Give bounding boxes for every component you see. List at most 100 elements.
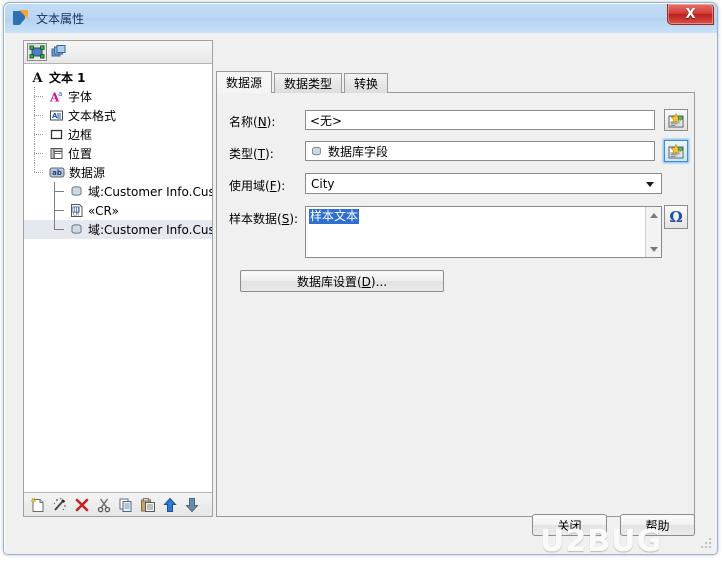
tree-connector [34,87,48,106]
tab-datasource[interactable]: 数据源 [216,71,273,93]
tab-datatype[interactable]: 数据类型 [274,73,343,93]
dialog-body: A 文本 1 A a 字体 A 文本格式 边框 位置 ab 数据源 域:Cust… [4,33,717,554]
tree-connector [34,163,48,182]
tab-strip: 数据源 数据类型 转换 [216,71,390,93]
cut-button[interactable] [95,496,113,514]
wizard-button[interactable] [51,496,69,514]
dialog-window: 文本属性 X A 文本 1 A a 字体 A 文本格式 边框 位置 ab 数据源… [3,2,718,555]
letter-a-icon: A [30,70,45,85]
tree-item-field-2[interactable]: 域:Customer Info.Cus [24,220,212,239]
move-down-button[interactable] [183,496,201,514]
sample-label-wrap: 样本数据(S): [229,210,298,227]
tab-label: 转换 [354,77,379,91]
tab-panel-datasource: 名称(N): <无> 类型(T): 数据库字段 使用域(F): City 样本数… [216,92,695,517]
scroll-up-button[interactable] [646,207,661,223]
tree-item-label: 数据源 [69,166,106,180]
new-document-icon [30,496,44,512]
tree-item-label: 边框 [68,128,93,142]
close-icon: X [685,6,696,22]
tree-toolbar [24,41,212,64]
triangle-down-icon [650,246,658,252]
move-up-button[interactable] [161,496,179,514]
tree-item-border[interactable]: 边框 [24,125,212,144]
tree-item-cr[interactable]: CR «CR» [24,201,212,220]
layers-stack-icon [51,45,66,57]
database-settings-button[interactable]: 数据库设置(D)... [240,270,444,292]
close-button[interactable]: 关闭 [532,514,607,536]
field-select[interactable]: City [305,173,662,194]
tree-item-field-1[interactable]: 域:Customer Info.Cus [24,182,212,201]
delete-button[interactable] [73,496,91,514]
app-icon [13,10,29,26]
tree-connector [34,125,48,144]
tree-item-label: «CR» [88,203,119,218]
name-label: 名称(N): [229,115,276,129]
sample-data-textarea[interactable]: 样本文本 [305,206,662,258]
help-button[interactable]: 帮助 [620,514,695,536]
tree-connector [54,182,68,201]
tree-item-text-format[interactable]: A 文本格式 [24,106,212,125]
paste-icon [141,497,155,512]
sample-label: 样本数据(S): [229,212,299,226]
tree-item-label: 文本格式 [68,109,117,123]
window-title: 文本属性 [36,11,85,26]
omega-icon: Ω [669,208,683,226]
type-picker-button[interactable] [664,140,688,162]
tree-item-font[interactable]: A a 字体 [24,87,212,106]
tree-panel: A 文本 1 A a 字体 A 文本格式 边框 位置 ab 数据源 域:Cust… [23,40,213,517]
tab-label: 数据类型 [284,77,333,91]
tab-label: 数据源 [226,76,263,90]
type-label-wrap: 类型(T): [229,145,274,162]
database-icon [310,145,323,158]
resize-grip[interactable] [700,538,713,551]
svg-text:A: A [31,71,43,85]
tree-item-position[interactable]: 位置 [24,144,212,163]
tab-conversion[interactable]: 转换 [344,73,389,93]
selection-box-icon [29,45,45,59]
copy-button[interactable] [117,496,135,514]
position-ruler-icon [49,146,64,161]
name-label-wrap: 名称(N): [229,113,275,130]
field-label-wrap: 使用域(F): [229,177,285,194]
new-button[interactable] [29,496,47,514]
arrow-up-icon [163,497,177,512]
tree-connector [54,220,68,239]
copy-icon [119,498,132,512]
tree-connector [54,201,68,220]
text-format-icon: A [49,108,64,123]
paste-button[interactable] [139,496,157,514]
svg-text:ab: ab [52,169,62,177]
arrow-down-icon [185,497,199,512]
tree-item-label: 位置 [68,147,93,161]
tree-item-label: 域:Customer Info.Cus [88,223,212,237]
type-value: 数据库字段 [328,144,389,159]
name-input[interactable]: <无> [305,110,655,130]
close-window-button[interactable]: X [667,4,714,25]
layers-button[interactable] [49,43,69,61]
field-value: City [311,176,335,191]
tree-connector [34,144,48,163]
sample-data-value: 样本文本 [309,209,360,224]
insert-symbol-button[interactable]: Ω [664,205,688,229]
name-picker-button[interactable] [664,109,688,131]
tree-item-label: 域:Customer Info.Cus [88,185,212,199]
dialog-footer: 关闭 帮助 [4,514,717,554]
type-input[interactable]: 数据库字段 [305,141,655,161]
select-object-button[interactable] [27,43,47,61]
database-field-icon [69,184,84,199]
magic-wand-icon [53,497,66,511]
scroll-down-button[interactable] [646,241,661,257]
help-button-label: 帮助 [645,518,670,533]
tree-item-label: 文本 1 [49,71,86,85]
field-label: 使用域(F): [229,179,286,193]
sample-data-scrollbar[interactable] [645,207,661,257]
picker-image-icon [668,112,684,127]
tree-item-text1[interactable]: A 文本 1 [24,68,212,87]
tree-view[interactable]: A 文本 1 A a 字体 A 文本格式 边框 位置 ab 数据源 域:Cust… [24,64,212,498]
database-field-icon [69,222,84,237]
close-button-label: 关闭 [557,518,582,533]
properties-panel: 数据源 数据类型 转换 名称(N): <无> 类型(T): 数据库字段 使用域(… [216,71,695,517]
tree-connector [34,106,48,125]
tree-item-datasource[interactable]: ab 数据源 [24,163,212,182]
carriage-return-icon: CR [69,203,84,218]
